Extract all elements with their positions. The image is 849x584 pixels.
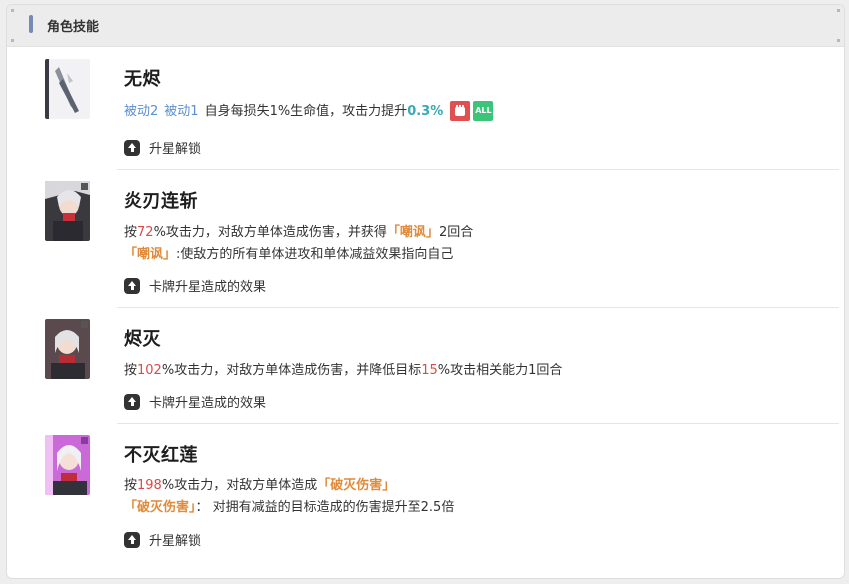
corner-dot <box>11 9 14 12</box>
skill-1-upgrade[interactable]: 升星解锁 <box>124 138 201 157</box>
skill-2-name: 炎刃连斩 <box>124 191 198 212</box>
skill-tag-passive2[interactable]: 被动2 <box>124 104 158 119</box>
text: %攻击力，对敌方单体造成 <box>161 478 318 493</box>
all-target-badge: ALL <box>473 100 494 121</box>
skill-3-name: 烬灭 <box>124 329 161 350</box>
skill-2-description-line-2: 「嘲讽」:使敌方的所有单体进攻和单体减益效果指向自己 <box>124 243 453 262</box>
skill-2-portrait <box>45 181 90 241</box>
skill-4-upgrade[interactable]: 升星解锁 <box>124 530 201 549</box>
text: 按 <box>124 363 138 378</box>
text: 2回合 <box>438 225 474 240</box>
text: %攻击力，对敌方单体造成伤害，并降低目标 <box>161 363 422 378</box>
skill-1-name: 无烬 <box>124 69 161 90</box>
skill-1-description: 被动2 被动1 自身每损失1%生命值，攻击力提升0.3% ALL <box>124 100 494 122</box>
text: 按 <box>124 478 138 493</box>
skills-panel: 角色技能 无烬 被动2 被动1 自身每损失1%生命值，攻击力提升0.3% ALL 升… <box>6 4 845 579</box>
skill-4-value: 198 <box>137 478 162 493</box>
upgrade-arrow-icon <box>124 531 140 548</box>
skill-3-value: 102 <box>137 363 162 378</box>
skill-4-name: 不灭红莲 <box>124 445 198 466</box>
section-accent-bar <box>29 15 33 33</box>
text: %攻击力，对敌方单体造成伤害，并获得 <box>153 225 387 240</box>
skill-4-portrait <box>45 435 90 495</box>
keyword-taunt[interactable]: 「嘲讽」 <box>387 225 439 240</box>
corner-dot <box>11 39 14 42</box>
divider <box>117 169 839 170</box>
upgrade-label: 升星解锁 <box>149 534 202 549</box>
upgrade-label: 升星解锁 <box>149 142 202 157</box>
divider <box>117 307 839 308</box>
upgrade-arrow-icon <box>124 139 140 156</box>
upgrade-label: 卡牌升星造成的效果 <box>149 280 267 295</box>
skill-3-value-2: 15 <box>421 363 438 378</box>
skill-4-description-line-1: 按198%攻击力，对敌方单体造成「破灭伤害」 <box>124 474 395 493</box>
skill-2-value: 72 <box>137 225 154 240</box>
upgrade-arrow-icon <box>124 393 140 410</box>
keyword-taunt-definition: 「嘲讽」 <box>124 247 177 262</box>
skill-1-portrait <box>45 59 90 119</box>
keyword-break-damage[interactable]: 「破灭伤害」 <box>317 478 395 493</box>
section-header: 角色技能 <box>7 5 844 47</box>
corner-dot <box>837 39 840 42</box>
upgrade-label: 卡牌升星造成的效果 <box>149 396 267 411</box>
text: :使敌方的所有单体进攻和单体减益效果指向自己 <box>176 247 454 262</box>
upgrade-arrow-icon <box>124 277 140 294</box>
skill-1-text: 自身每损失1%生命值，攻击力提升 <box>204 104 408 119</box>
skill-3-description: 按102%攻击力，对敌方单体造成伤害，并降低目标15%攻击相关能力1回合 <box>124 359 562 378</box>
skill-1-value: 0.3% <box>407 104 444 119</box>
section-title: 角色技能 <box>47 20 100 35</box>
text: ： 对拥有减益的目标造成的伤害提升至2.5倍 <box>195 500 455 515</box>
skill-4-description-line-2: 「破灭伤害」： 对拥有减益的目标造成的伤害提升至2.5倍 <box>124 496 454 515</box>
text: %攻击相关能力1回合 <box>437 363 563 378</box>
fist-icon <box>450 100 471 121</box>
text: 按 <box>124 225 138 240</box>
skill-tag-passive1[interactable]: 被动1 <box>164 104 198 119</box>
skill-3-upgrade[interactable]: 卡牌升星造成的效果 <box>124 392 266 411</box>
keyword-break-damage-definition: 「破灭伤害」 <box>124 500 196 515</box>
divider <box>117 423 839 424</box>
skill-2-description-line-1: 按72%攻击力，对敌方单体造成伤害，并获得「嘲讽」2回合 <box>124 221 473 240</box>
corner-dot <box>837 9 840 12</box>
skill-2-upgrade[interactable]: 卡牌升星造成的效果 <box>124 276 266 295</box>
skill-3-portrait <box>45 319 90 379</box>
